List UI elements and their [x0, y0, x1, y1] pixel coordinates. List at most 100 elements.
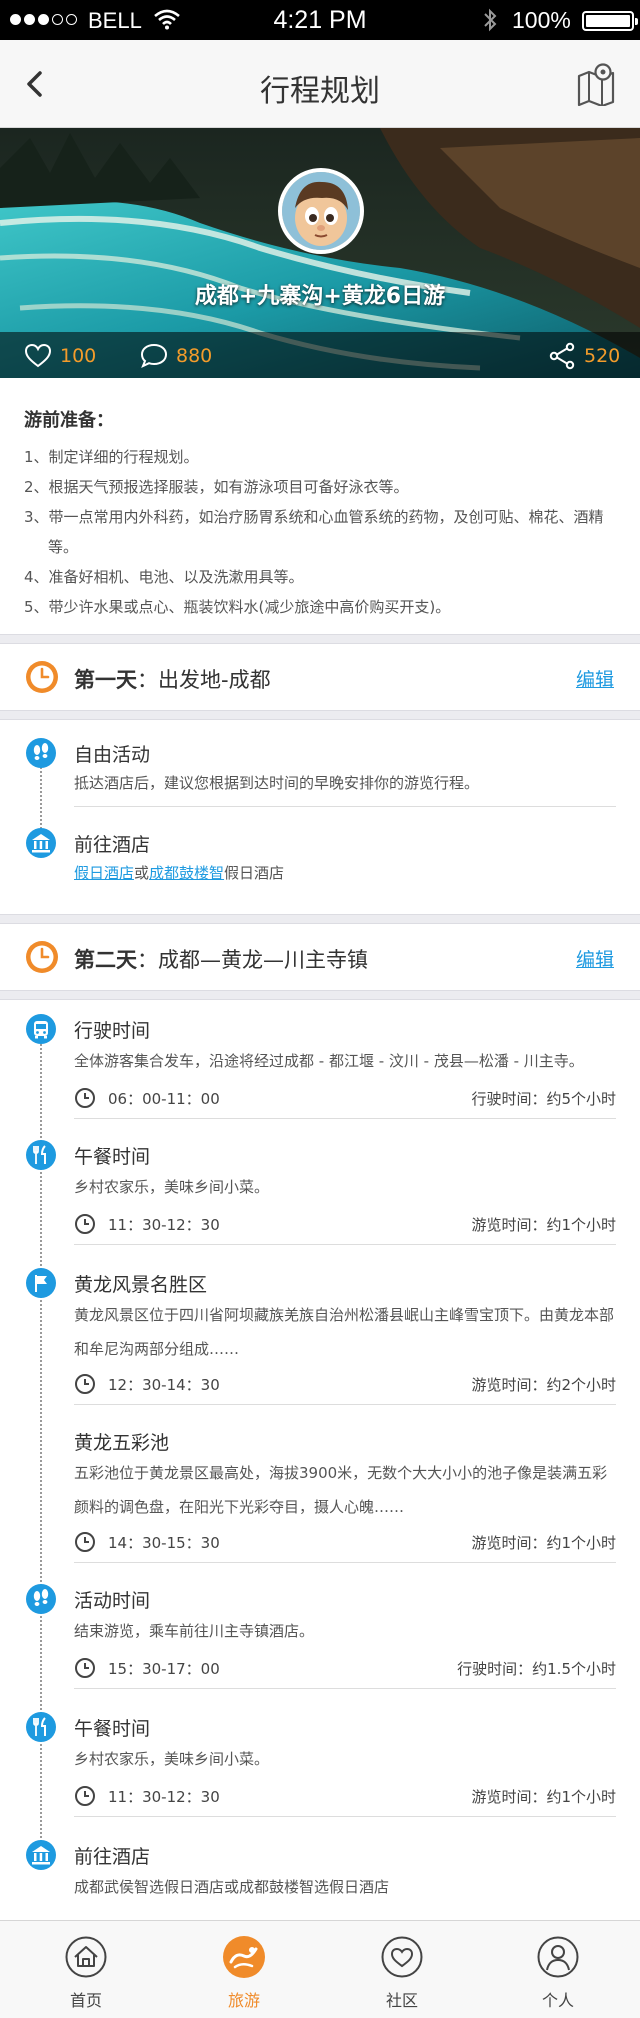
- bluetooth-icon: [484, 8, 497, 32]
- tab-home[interactable]: 首页: [6, 1921, 166, 2018]
- duration: 游览时间：约1个小时: [471, 1788, 616, 1806]
- time-row: 15：30-17：00 行驶时间：约1.5个小时: [74, 1654, 616, 1682]
- travel-icon: [223, 1936, 265, 1978]
- time-range: 06：00-11：00: [108, 1090, 220, 1108]
- share-count: 520: [584, 345, 621, 367]
- timeline-item-title: 前往酒店: [74, 1846, 151, 1868]
- share-button[interactable]: 520: [548, 342, 620, 370]
- timeline-item-desc: 黄龙风景区位于四川省阿坝藏族羌族自治州松潘县岷山主峰雪宝顶下。由黄龙本部和牟尼沟…: [74, 1306, 615, 1358]
- day-1-title: 第一天：出发地-成都: [74, 668, 271, 692]
- hotel-building-icon: [26, 828, 56, 858]
- day-label: 第一天: [74, 668, 137, 692]
- user-icon: [537, 1936, 579, 1978]
- time-range: 11：30-12：30: [108, 1216, 220, 1234]
- hotel-link[interactable]: 成都鼓楼智: [149, 864, 224, 882]
- prep-item: 1、制定详细的行程规划。: [24, 448, 199, 466]
- divider: [74, 1816, 616, 1817]
- timeline-item-title: 活动时间: [74, 1590, 151, 1612]
- divider: [74, 1688, 616, 1689]
- avatar[interactable]: [278, 168, 364, 254]
- section-divider: [0, 990, 640, 1000]
- section-divider: [0, 634, 640, 644]
- prep-item: 2、根据天气预报选择服装，如有游泳项目可备好泳衣等。: [24, 478, 409, 496]
- divider: [74, 1562, 616, 1563]
- edit-link[interactable]: 编辑: [576, 665, 614, 692]
- time-row: 11：30-12：30 游览时间：约1个小时: [74, 1210, 616, 1238]
- tab-community[interactable]: 社区: [322, 1921, 482, 2018]
- clock-icon: [26, 941, 58, 973]
- tab-travel[interactable]: 旅游: [164, 1921, 324, 2018]
- time-range: 11：30-12：30: [108, 1788, 220, 1806]
- day-2-timeline: 行驶时间 全体游客集合发车，沿途将经过成都 - 都江堰 - 汶川 - 茂县—松潘…: [0, 1000, 640, 1920]
- time-row: 12：30-14：30 游览时间：约2个小时: [74, 1370, 616, 1398]
- timeline-item-title: 午餐时间: [74, 1718, 151, 1740]
- hotel-suffix: 假日酒店: [224, 864, 285, 882]
- duration: 行驶时间：约5个小时: [471, 1090, 616, 1108]
- fork-knife-icon: [26, 1140, 56, 1170]
- section-divider: [0, 914, 640, 924]
- tab-label: 个人: [541, 1991, 574, 2010]
- flag-icon: [26, 1268, 56, 1298]
- duration: 游览时间：约2个小时: [471, 1376, 616, 1394]
- bus-icon: [26, 1014, 56, 1044]
- clock-outline-icon: [75, 1786, 95, 1806]
- comment-button[interactable]: 880: [140, 342, 212, 370]
- day-2-header: 第二天：成都—黄龙—川主寺镇 编辑: [0, 924, 640, 990]
- battery-icon: [582, 11, 638, 31]
- duration: 行驶时间：约1.5个小时: [457, 1660, 616, 1678]
- clock-outline-icon: [75, 1214, 95, 1234]
- itinerary-page: BELL 4:21 PM 100% 行程规划 成都+九寨沟+黄龙6日游 100 …: [0, 0, 640, 2018]
- timeline-item-title: 前往酒店: [74, 834, 151, 856]
- speech-bubble-icon: [140, 343, 168, 368]
- cartoon-boy-avatar: [282, 172, 360, 250]
- tab-label: 首页: [69, 1991, 102, 2010]
- hotel-building-icon: [26, 1840, 56, 1870]
- clock-outline-icon: [75, 1658, 95, 1678]
- duration: 游览时间：约1个小时: [471, 1216, 616, 1234]
- community-icon: [381, 1936, 423, 1978]
- tab-label: 旅游: [227, 1991, 260, 2010]
- section-divider: [0, 710, 640, 720]
- clock-outline-icon: [75, 1088, 95, 1108]
- heart-icon: [24, 343, 52, 368]
- time-range: 14：30-15：30: [108, 1534, 220, 1552]
- edit-link[interactable]: 编辑: [576, 945, 614, 972]
- time-row: 06：00-11：00 行驶时间：约5个小时: [74, 1084, 616, 1112]
- divider: [74, 806, 616, 807]
- timeline-item-desc: 抵达酒店后，建议您根据到达时间的早晚安排你的游览行程。: [74, 774, 480, 792]
- hero-banner: 成都+九寨沟+黄龙6日游 100 880 520: [0, 128, 640, 378]
- timeline-item-title: 黄龙五彩池: [74, 1432, 170, 1454]
- tab-profile[interactable]: 个人: [478, 1921, 638, 2018]
- day-2-title: 第二天：成都—黄龙—川主寺镇: [74, 948, 368, 972]
- clock-icon: [26, 661, 58, 693]
- timeline-item-title: 行驶时间: [74, 1020, 151, 1042]
- timeline-item-desc: 假日酒店或成都鼓楼智假日酒店: [74, 856, 614, 890]
- hero-stats-bar: 100 880 520: [0, 332, 640, 378]
- fork-knife-icon: [26, 1712, 56, 1742]
- page-title: 行程规划: [260, 74, 380, 109]
- day-route: 出发地-成都: [158, 668, 271, 692]
- divider: [74, 1244, 616, 1245]
- time-range: 12：30-14：30: [108, 1376, 220, 1394]
- status-bar: BELL 4:21 PM 100%: [0, 0, 640, 40]
- clock-outline-icon: [75, 1532, 95, 1552]
- prep-item: 5、带少许水果或点心、瓶装饮料水(减少旅途中高价购买开支)。: [24, 598, 451, 616]
- tab-label: 社区: [385, 1991, 418, 2010]
- time-range: 15：30-17：00: [108, 1660, 220, 1678]
- duration: 游览时间：约1个小时: [471, 1534, 616, 1552]
- comment-count: 880: [176, 345, 213, 367]
- navigation-bar: 行程规划: [0, 40, 640, 128]
- share-icon: [549, 342, 575, 370]
- like-button[interactable]: 100: [24, 342, 96, 370]
- day-route: 成都—黄龙—川主寺镇: [158, 948, 368, 972]
- map-pin-icon[interactable]: [576, 62, 616, 106]
- time-row: 11：30-12：30 游览时间：约1个小时: [74, 1782, 616, 1810]
- trip-title: 成都+九寨沟+黄龙6日游: [194, 284, 446, 309]
- divider: [74, 1118, 616, 1119]
- timeline-item-desc: 乡村农家乐，美味乡间小菜。: [74, 1178, 270, 1196]
- like-count: 100: [60, 345, 97, 367]
- time-row: 14：30-15：30 游览时间：约1个小时: [74, 1528, 616, 1556]
- divider: [74, 1404, 616, 1405]
- hotel-link[interactable]: 假日酒店: [74, 864, 134, 882]
- pre-trip-preparation: 游前准备： 1、制定详细的行程规划。 2、根据天气预报选择服装，如有游泳项目可备…: [0, 378, 640, 634]
